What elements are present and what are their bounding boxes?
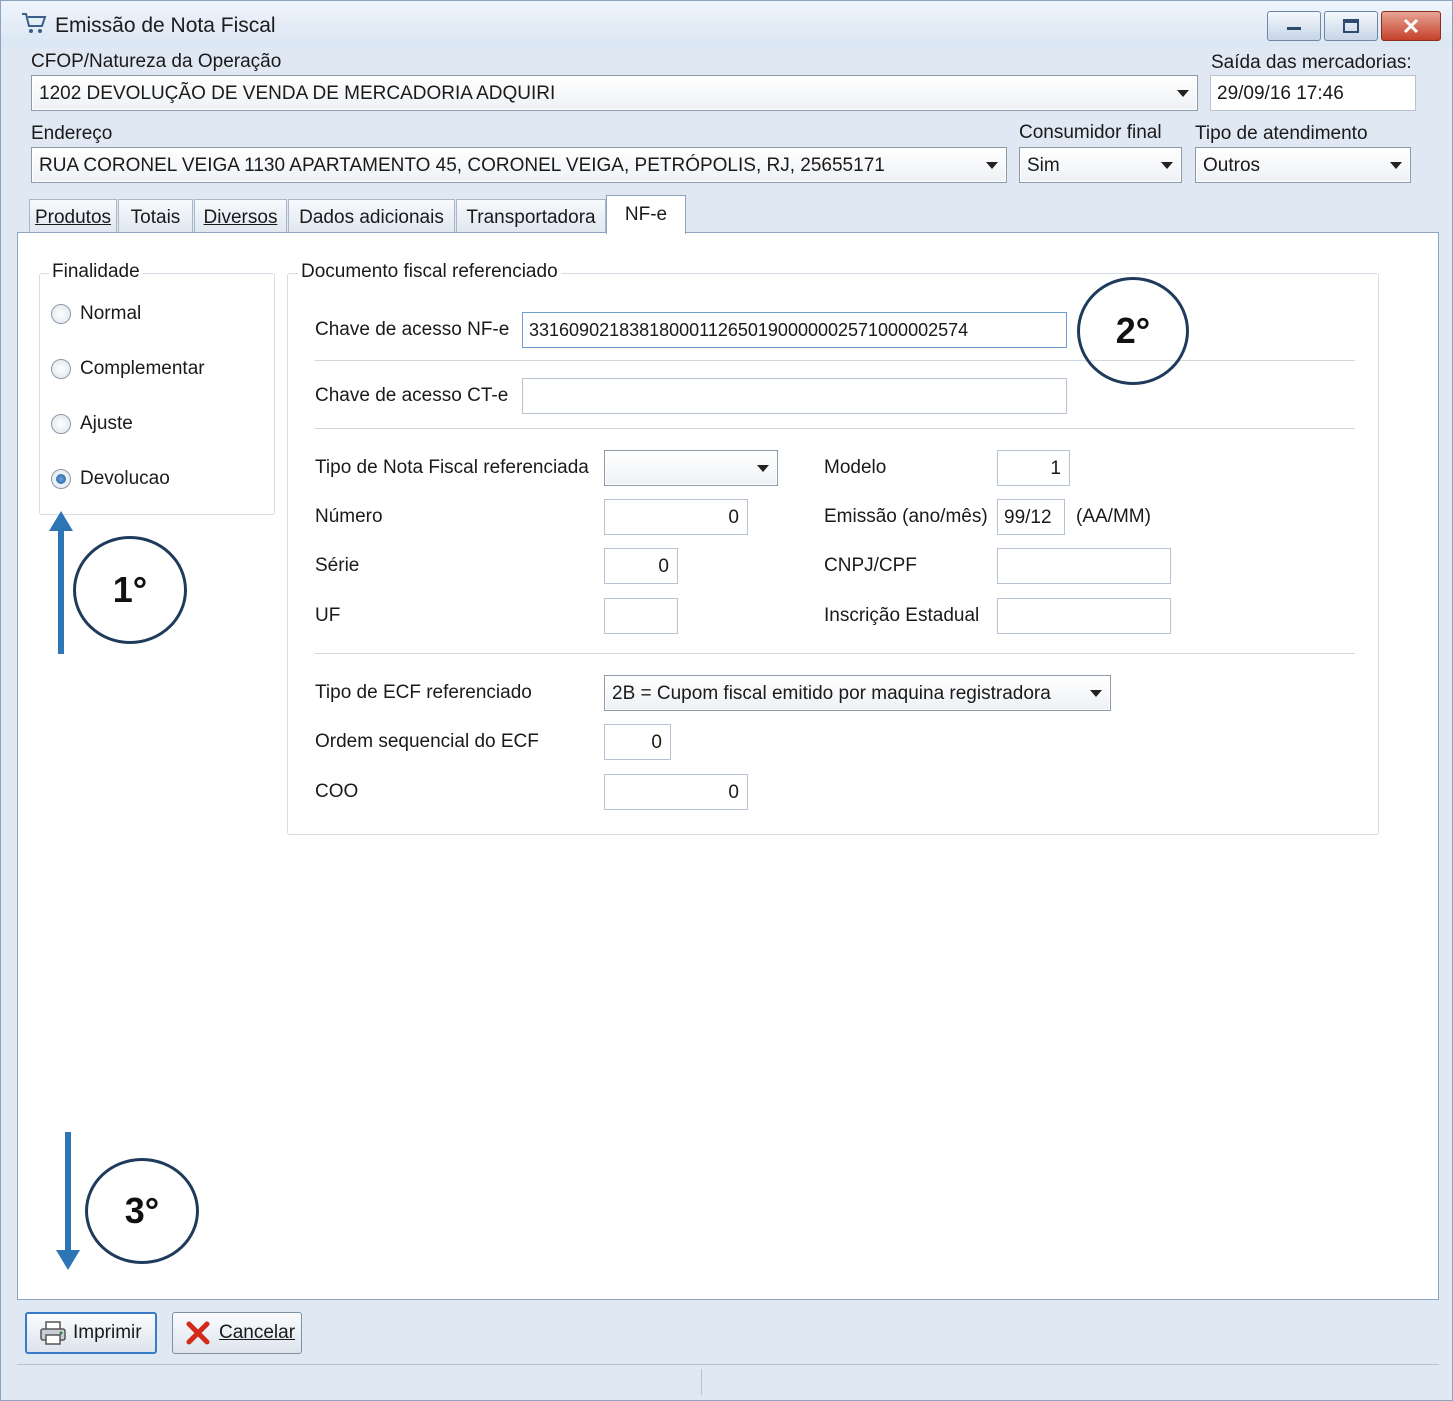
numero-field[interactable]: 0 [604,499,748,535]
atendimento-label: Tipo de atendimento [1195,123,1368,144]
divider [315,653,1355,655]
cnpj-field[interactable] [997,548,1171,584]
tab-totais[interactable]: Totais [118,199,193,233]
tab-produtos[interactable]: Produtos [29,199,117,233]
cart-icon [22,13,47,33]
ecf-ordem-label: Ordem sequencial do ECF [315,731,539,752]
title-bar[interactable]: Emissão de Nota Fiscal [1,1,1452,47]
chave-nfe-field[interactable]: 3316090218381800011265019000000257100000… [522,312,1067,348]
print-button[interactable]: Imprimir [25,1312,157,1354]
modelo-label: Modelo [824,457,887,478]
serie-label: Série [315,555,360,576]
emissao-label: Emissão (ano/mês) [824,506,988,527]
endereco-dropdown[interactable]: RUA CORONEL VEIGA 1130 APARTAMENTO 45, C… [31,147,1007,183]
tab-transportadora[interactable]: Transportadora [456,199,606,233]
step-3-marker: 3° [85,1158,199,1264]
minimize-icon [1287,27,1301,30]
emissao-hint: (AA/MM) [1076,506,1151,527]
close-button[interactable] [1381,11,1441,41]
endereco-label: Endereço [31,123,113,144]
modelo-field[interactable]: 1 [997,450,1070,486]
tab-nfe[interactable]: NF-e [606,195,686,234]
radio-button[interactable] [51,359,71,379]
documento-title: Documento fiscal referenciado [298,261,561,283]
tab-dados-adicionais[interactable]: Dados adicionais [288,199,455,233]
serie-field[interactable]: 0 [604,548,678,584]
maximize-button[interactable] [1324,11,1378,41]
divider [315,428,1355,430]
cancel-label: Cancelar [219,1322,296,1343]
coo-label: COO [315,781,359,802]
arrow-up-icon [49,511,73,531]
radio-ajuste[interactable]: Ajuste [51,413,133,435]
close-icon [1403,18,1419,34]
cfop-label: CFOP/Natureza da Operação [31,51,282,72]
arrow-down-shaft [65,1132,71,1254]
saida-label: Saída das mercadorias: [1211,52,1412,73]
ie-field[interactable] [997,598,1171,634]
consumidor-dropdown[interactable]: Sim [1019,147,1182,183]
printer-icon [40,1321,66,1345]
print-label: Imprimir [73,1322,142,1343]
step-1-marker: 1° [73,536,187,644]
ecf-tipo-label: Tipo de ECF referenciado [315,682,532,703]
tipo-nf-dropdown[interactable] [604,450,778,486]
finalidade-title: Finalidade [49,261,143,283]
tipo-nf-label: Tipo de Nota Fiscal referenciada [315,457,589,478]
numero-label: Número [315,506,383,527]
radio-complementar[interactable]: Complementar [51,358,205,380]
window-title: Emissão de Nota Fiscal [55,14,276,37]
coo-field[interactable]: 0 [604,774,748,810]
consumidor-value: Sim [1027,155,1060,176]
maximize-icon [1343,19,1359,33]
cfop-value: 1202 DEVOLUÇÃO DE VENDA DE MERCADORIA AD… [39,83,556,104]
chevron-down-icon [1090,690,1102,697]
consumidor-label: Consumidor final [1019,122,1162,143]
step-2-marker: 2° [1077,277,1189,385]
radio-button[interactable] [51,304,71,324]
tab-diversos[interactable]: Diversos [194,199,287,233]
ecf-ordem-field[interactable]: 0 [604,724,671,760]
saida-field[interactable]: 29/09/16 17:46 [1210,75,1416,111]
cancel-button[interactable]: Cancelar [172,1312,302,1354]
chevron-down-icon [1161,162,1173,169]
atendimento-dropdown[interactable]: Outros [1195,147,1411,183]
x-icon [186,1321,210,1345]
radio-button[interactable] [51,414,71,434]
arrow-down-icon [56,1250,80,1270]
chevron-down-icon [757,465,769,472]
atendimento-value: Outros [1203,155,1261,176]
uf-label: UF [315,605,341,626]
chave-cte-label: Chave de acesso CT-e [315,385,509,406]
status-divider [701,1369,702,1395]
uf-field[interactable] [604,598,678,634]
radio-devolucao[interactable]: Devolucao [51,468,170,490]
chave-nfe-value: 3316090218381800011265019000000257100000… [529,320,969,340]
divider [315,360,1355,362]
chevron-down-icon [1390,162,1402,169]
cfop-dropdown[interactable]: 1202 DEVOLUÇÃO DE VENDA DE MERCADORIA AD… [31,75,1198,111]
cnpj-label: CNPJ/CPF [824,555,917,576]
nota-fiscal-window: Emissão de Nota Fiscal CFOP/Natureza da … [0,0,1453,1401]
chave-cte-field[interactable] [522,378,1067,414]
endereco-value: RUA CORONEL VEIGA 1130 APARTAMENTO 45, C… [39,155,885,176]
ecf-tipo-dropdown[interactable]: 2B = Cupom fiscal emitido por maquina re… [604,675,1111,711]
arrow-up-shaft [58,529,64,654]
minimize-button[interactable] [1267,11,1321,41]
chevron-down-icon [986,162,998,169]
saida-value: 29/09/16 17:46 [1217,83,1344,104]
emissao-field[interactable]: 99/12 [997,499,1065,535]
radio-normal[interactable]: Normal [51,303,141,325]
chevron-down-icon [1177,90,1189,97]
status-bar [17,1364,1439,1398]
ie-label: Inscrição Estadual [824,605,980,626]
radio-button-checked[interactable] [51,469,71,489]
chave-nfe-label: Chave de acesso NF-e [315,319,510,340]
